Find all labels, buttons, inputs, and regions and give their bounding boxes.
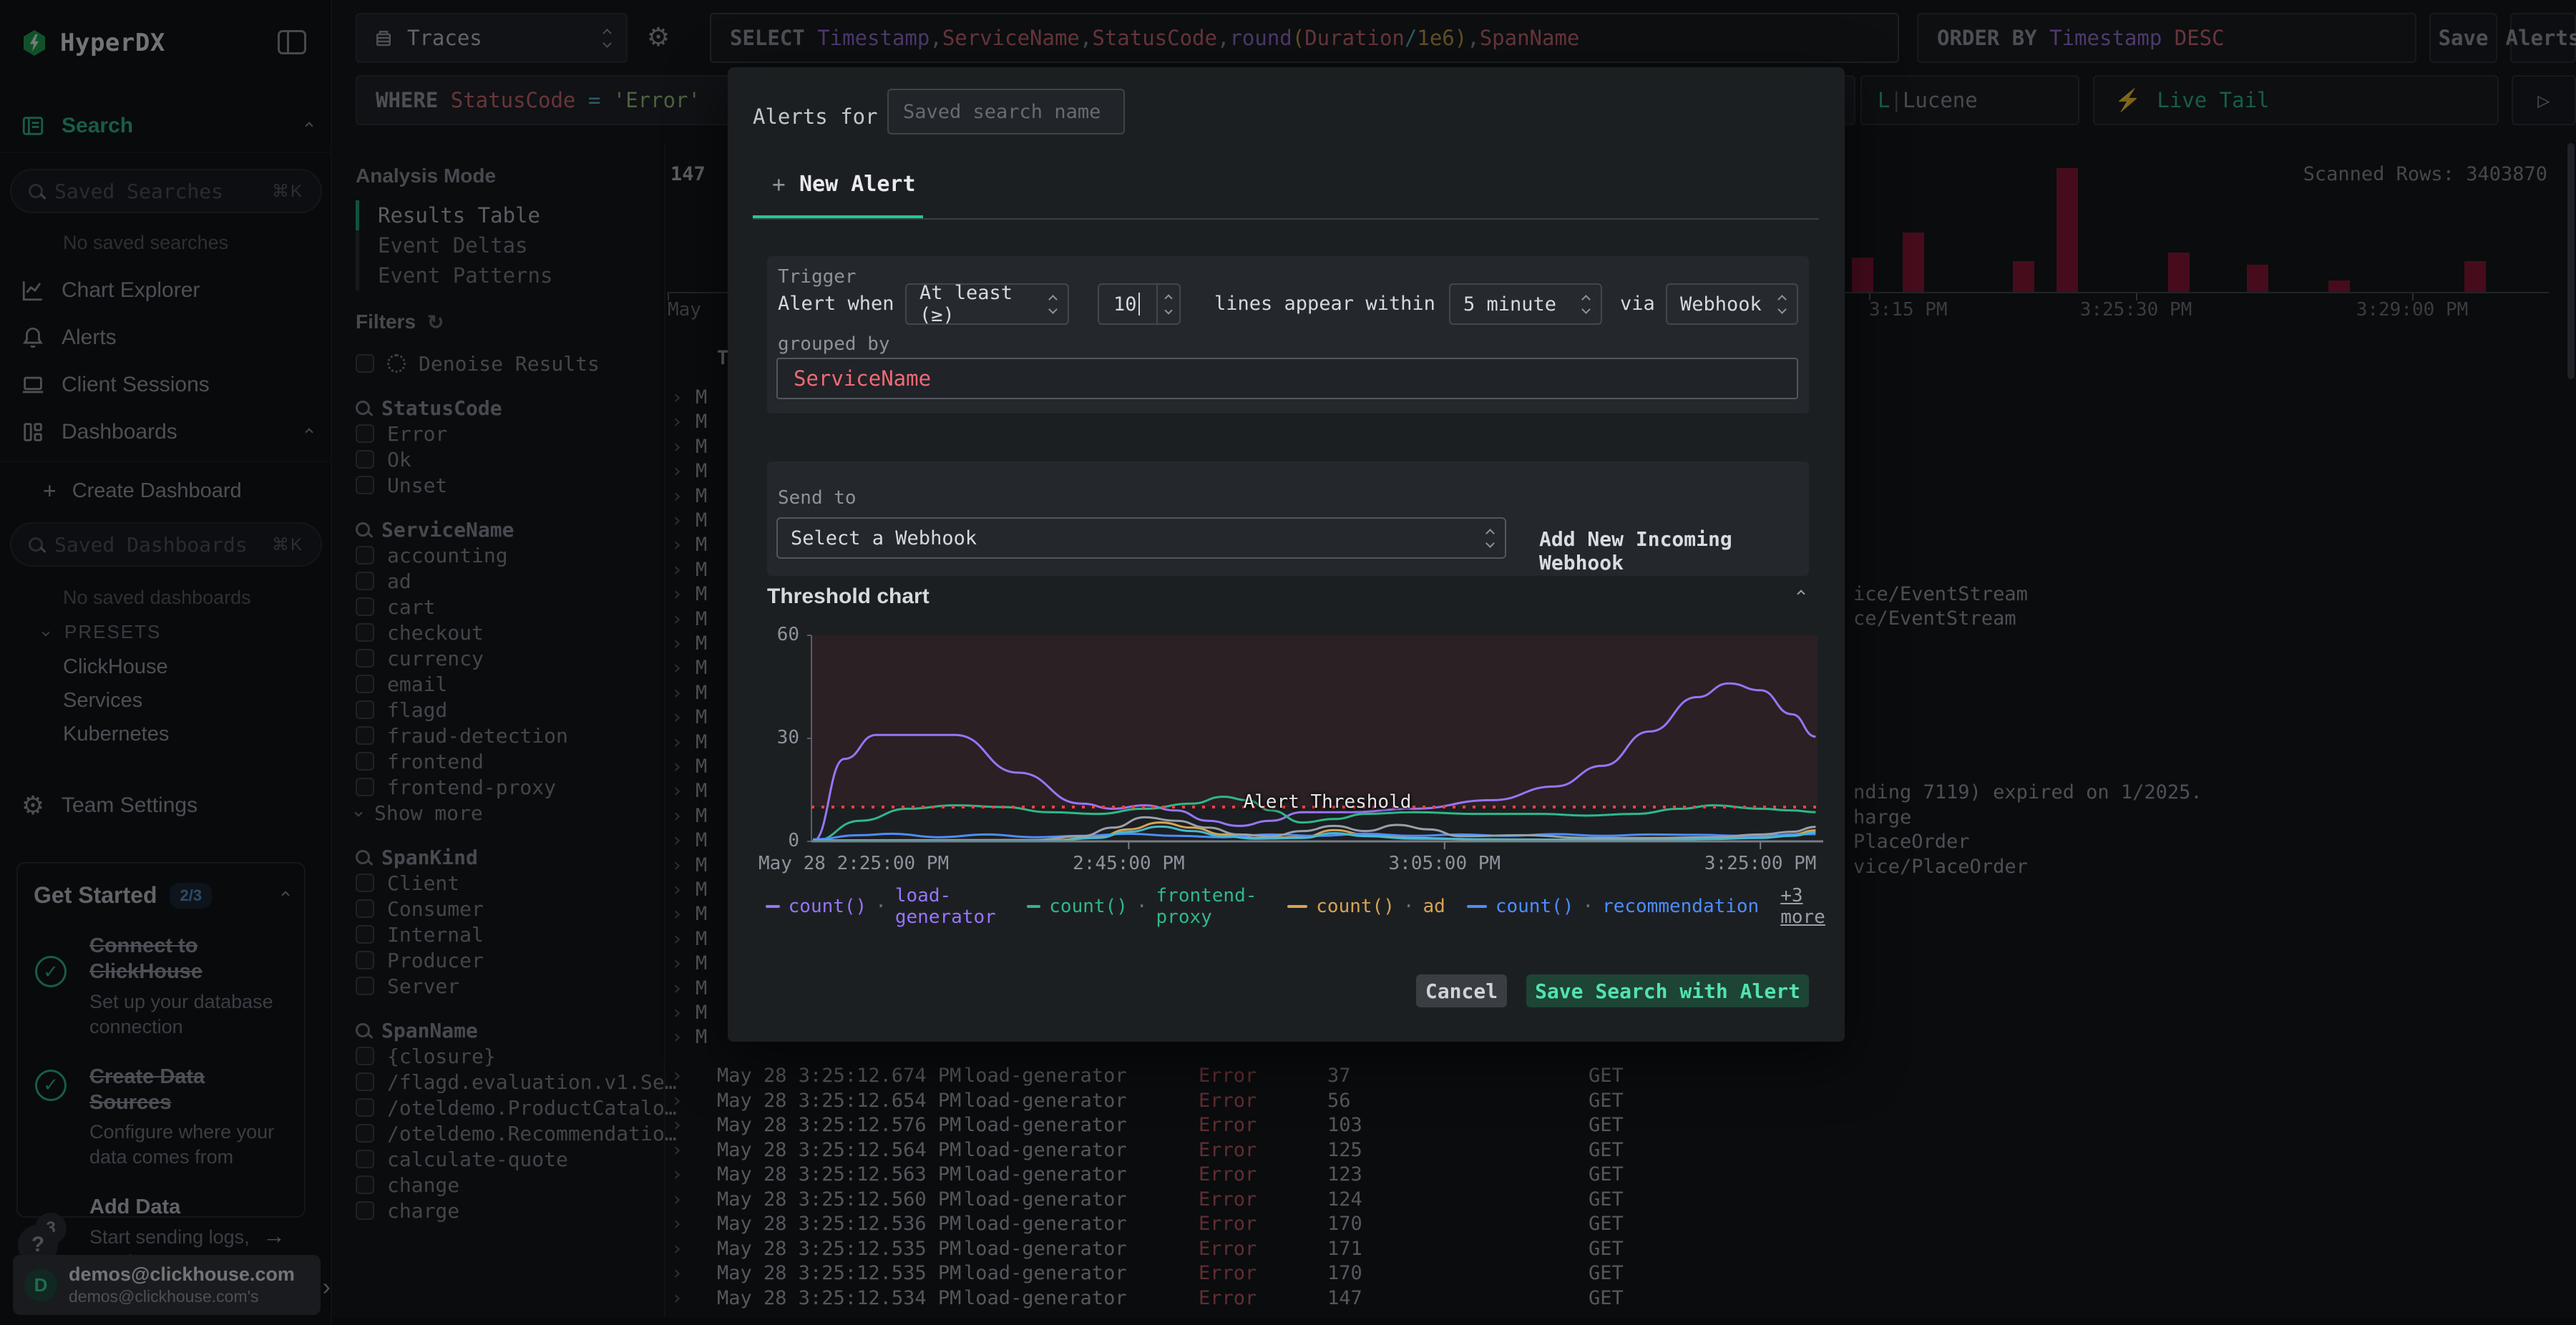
alerts-modal: Alerts for + New Alert Trigger Alert whe… — [728, 67, 1845, 1042]
legend-swatch — [1466, 905, 1487, 908]
legend-series-name: frontend-proxy — [1156, 885, 1257, 928]
modal-title: Alerts for — [753, 104, 878, 129]
select-chevrons-icon — [1048, 294, 1058, 314]
x-tick-label: May 28 2:25:00 PM — [758, 853, 950, 874]
legend-series-name: recommendation — [1602, 896, 1760, 917]
saved-search-name-input[interactable] — [887, 89, 1125, 135]
webhook-select[interactable]: Select a Webhook — [776, 517, 1506, 559]
legend-separator: · — [1582, 896, 1594, 917]
legend-metric: count() — [1316, 896, 1395, 917]
x-tick-label: 3:25:00 PM — [1704, 853, 1817, 874]
trigger-section: Trigger Alert when At least (≥) 10 lines… — [767, 256, 1809, 414]
legend-metric: count() — [1049, 896, 1128, 917]
x-tick-label: 3:05:00 PM — [1388, 853, 1501, 874]
y-tick-label: 0 — [788, 830, 799, 851]
legend-swatch — [1287, 905, 1308, 908]
channel-select[interactable]: Webhook — [1666, 283, 1798, 325]
cancel-button[interactable]: Cancel — [1416, 974, 1507, 1007]
grouped-by-label: grouped by — [778, 333, 890, 355]
lines-within-label: lines appear within — [1214, 293, 1435, 315]
select-chevrons-icon — [1777, 294, 1787, 314]
tab-new-alert[interactable]: New Alert — [799, 172, 916, 197]
legend-series-name: load-generator — [894, 885, 996, 928]
legend-item-ad[interactable]: count() · ad — [1287, 896, 1445, 917]
legend-separator: · — [875, 896, 887, 917]
select-chevrons-icon — [1485, 528, 1495, 548]
select-chevrons-icon — [1581, 294, 1591, 314]
save-search-with-alert-button[interactable]: Save Search with Alert — [1526, 974, 1809, 1007]
legend-item-frontend-proxy[interactable]: count() · frontend-proxy — [1026, 885, 1267, 928]
condition-select[interactable]: At least (≥) — [905, 282, 1069, 326]
chart-legend: count() · load-generator count() · frontend-p… — [766, 885, 1845, 928]
threshold-chart-title: Threshold chart — [767, 585, 930, 608]
legend-metric: count() — [788, 896, 867, 917]
legend-item-recommendation[interactable]: count() · recommendation — [1466, 896, 1760, 917]
y-tick-label: 60 — [776, 624, 799, 645]
send-to-label: Send to — [778, 487, 857, 509]
collapse-chart-icon[interactable] — [1797, 590, 1805, 598]
threshold-chart — [807, 632, 1827, 850]
x-tick-label: 2:45:00 PM — [1073, 853, 1185, 874]
legend-metric: count() — [1495, 896, 1574, 917]
threshold-input[interactable]: 10 — [1098, 283, 1181, 325]
tab-divider — [753, 218, 1819, 220]
y-tick-label: 30 — [776, 727, 799, 748]
group-by-input[interactable]: ServiceName — [776, 358, 1798, 399]
text-caret — [1138, 293, 1140, 316]
legend-swatch — [1026, 905, 1041, 908]
legend-more-button[interactable]: +3 more — [1780, 885, 1845, 928]
legend-series-name: ad — [1423, 896, 1445, 917]
send-to-section: Send to Select a Webhook Add New Incomin… — [767, 461, 1809, 576]
alert-when-label: Alert when — [778, 293, 894, 315]
legend-separator: · — [1402, 896, 1415, 917]
number-stepper[interactable] — [1156, 285, 1179, 323]
legend-item-load-generator[interactable]: count() · load-generator — [766, 885, 1005, 928]
plus-icon: + — [772, 172, 786, 197]
legend-separator: · — [1136, 896, 1148, 917]
window-select[interactable]: 5 minute — [1449, 283, 1602, 325]
alert-threshold-label: Alert Threshold — [1243, 791, 1412, 813]
add-webhook-button[interactable]: Add New Incoming Webhook — [1539, 527, 1809, 575]
via-label: via — [1620, 293, 1655, 315]
legend-swatch — [766, 905, 780, 908]
